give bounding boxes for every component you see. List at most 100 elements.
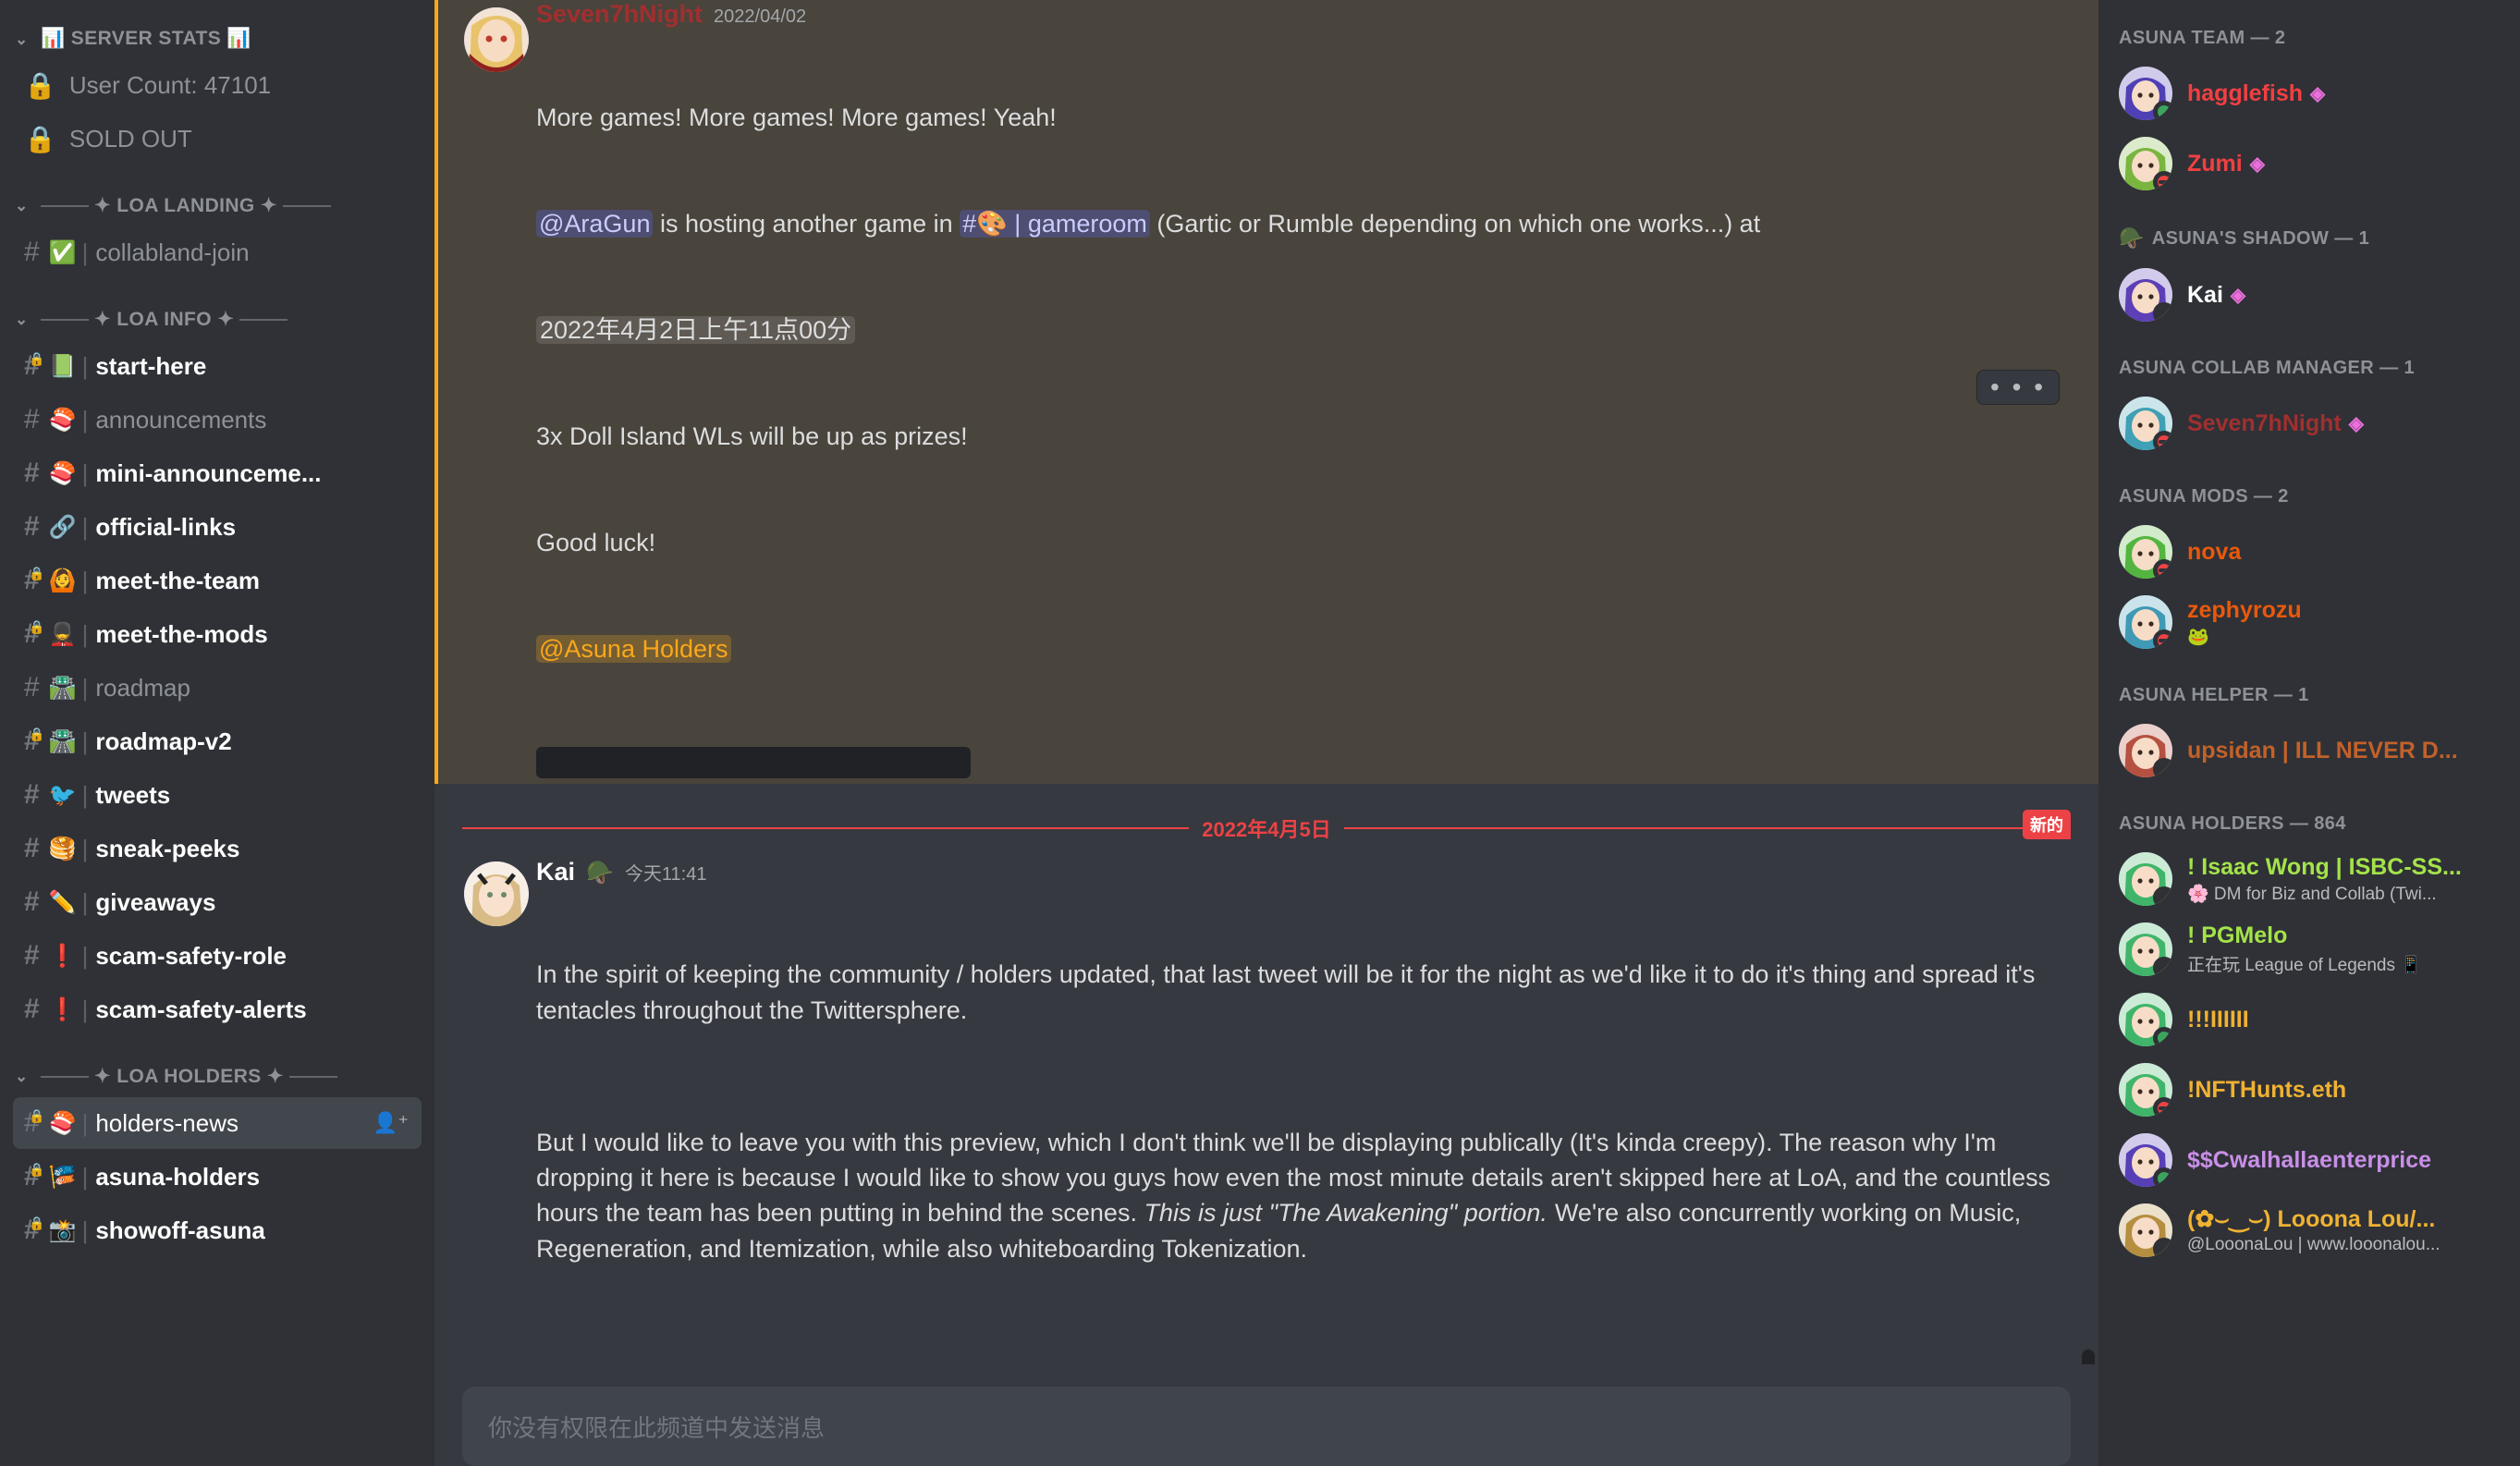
member-item[interactable]: $$Cwalhallaenterprice bbox=[2110, 1125, 2509, 1195]
divider-line-right bbox=[1343, 826, 2072, 829]
channel-item-official-links[interactable]: # 🔗 | official-links bbox=[13, 501, 422, 553]
channel-name: roadmap-v2 bbox=[95, 727, 232, 755]
member-group-label: ASUNA COLLAB MANAGER — 1 bbox=[2119, 358, 2415, 378]
avatar[interactable] bbox=[2119, 852, 2172, 906]
message-line: 2022年4月2日上午11点00分 bbox=[536, 312, 2080, 348]
channel-category-loa-landing[interactable]: ⌄ ✦ LOA LANDING ✦ bbox=[0, 166, 434, 225]
member-name: hagglefish ◈ bbox=[2187, 79, 2326, 106]
member-item[interactable]: !!!IIIIII bbox=[2110, 984, 2509, 1055]
channel-emoji-icon: 🍣 bbox=[48, 1110, 77, 1136]
channel-category-loa-holders[interactable]: ⌄ ✦ LOA HOLDERS ✦ bbox=[0, 1037, 434, 1095]
channel-emoji-icon: 📸 bbox=[48, 1217, 77, 1243]
separator: | bbox=[81, 566, 89, 594]
channel-item-user-count-47101[interactable]: 🔒 User Count: 47101 bbox=[13, 59, 422, 111]
member-item[interactable]: hagglefish ◈ bbox=[2110, 58, 2509, 128]
separator: | bbox=[81, 673, 89, 702]
member-item[interactable]: Kai ◈ bbox=[2110, 260, 2509, 330]
add-member-icon[interactable]: 👤⁺ bbox=[373, 1111, 409, 1135]
avatar[interactable] bbox=[2119, 993, 2172, 1046]
member-item[interactable]: !NFTHunts.eth bbox=[2110, 1055, 2509, 1125]
hash-icon: # bbox=[24, 886, 40, 917]
user-mention[interactable]: @AraGun bbox=[536, 209, 654, 238]
channel-mention[interactable]: #🎨 | gameroom bbox=[960, 209, 1150, 238]
status-indicator-idle bbox=[2153, 758, 2172, 777]
member-item[interactable]: (✿⌣‿⌣) Looona Lou/... @LooonaLou | www.lo… bbox=[2110, 1195, 2509, 1265]
hash-icon: # 🔒 bbox=[24, 726, 45, 756]
avatar[interactable] bbox=[2119, 595, 2172, 649]
italic-emphasis: This is just "The Awakening" portion. bbox=[1144, 1199, 1547, 1228]
channel-item-giveaways[interactable]: # ✏️ | giveaways bbox=[13, 876, 422, 928]
message-author[interactable]: Seven7hNight bbox=[536, 0, 703, 29]
message-actions-toolbar[interactable]: • • • bbox=[1976, 370, 2060, 405]
member-text: !NFTHunts.eth bbox=[2187, 1077, 2500, 1104]
channel-item-tweets[interactable]: # 🐦 | tweets bbox=[13, 769, 422, 821]
member-text: hagglefish ◈ bbox=[2187, 80, 2500, 107]
avatar[interactable] bbox=[2119, 922, 2172, 976]
member-group-asuna-holders: ASUNA HOLDERS — 864 bbox=[2098, 786, 2520, 844]
channel-item-roadmap-v2[interactable]: # 🔒 🛣️ | roadmap-v2 bbox=[13, 715, 422, 767]
channel-item-meet-the-team[interactable]: # 🔒 🙆 | meet-the-team bbox=[13, 555, 422, 606]
status-indicator-online bbox=[2153, 1027, 2172, 1046]
channel-item-announcements[interactable]: # 🍣 | announcements bbox=[13, 394, 422, 446]
avatar[interactable] bbox=[2119, 525, 2172, 579]
channel-emoji-icon: ❗ bbox=[48, 943, 77, 969]
channel-emoji-icon: 🛣️ bbox=[48, 728, 77, 754]
channel-item-start-here[interactable]: # 🔒 📗 | start-here bbox=[13, 340, 422, 392]
member-list[interactable]: ASUNA TEAM — 2 hagglefish ◈ Zumi ◈ 🪖 ASUNA'S S… bbox=[2098, 0, 2520, 1466]
message-timestamp: 今天11:41 bbox=[624, 863, 707, 885]
message-author[interactable]: Kai bbox=[536, 858, 575, 886]
avatar[interactable] bbox=[2119, 268, 2172, 322]
message-line: @Asuna Holders bbox=[536, 631, 2080, 666]
channel-item-sneak-peeks[interactable]: # 🥞 | sneak-peeks bbox=[13, 823, 422, 874]
avatar[interactable] bbox=[2119, 67, 2172, 120]
message-paragraph: In the spirit of keeping the community /… bbox=[536, 960, 2042, 1024]
channel-item-scam-safety-alerts[interactable]: # ❗ | scam-safety-alerts bbox=[13, 983, 422, 1035]
avatar[interactable] bbox=[2119, 1063, 2172, 1117]
member-item[interactable]: Seven7hNight ◈ bbox=[2110, 388, 2509, 458]
hash-icon: # bbox=[24, 511, 40, 542]
channel-item-sold-out[interactable]: 🔒 SOLD OUT bbox=[13, 113, 422, 165]
channel-item-showoff-asuna[interactable]: # 🔒 📸 | showoff-asuna bbox=[13, 1204, 422, 1256]
channel-item-asuna-holders[interactable]: # 🔒 🎏 | asuna-holders bbox=[13, 1151, 422, 1203]
avatar[interactable] bbox=[2119, 1203, 2172, 1257]
channel-name: holders-news bbox=[95, 1108, 239, 1137]
chevron-down-icon: ⌄ bbox=[15, 1068, 29, 1085]
member-item[interactable]: ! PGMelo 正在玩 League of Legends 📱 bbox=[2110, 914, 2509, 984]
channel-category-server-stats[interactable]: ⌄ 📊 SERVER STATS 📊 bbox=[0, 0, 434, 57]
channel-item-mini-announceme-[interactable]: # 🍣 | mini-announceme... bbox=[13, 447, 422, 499]
member-item[interactable]: nova bbox=[2110, 517, 2509, 587]
channel-item-meet-the-mods[interactable]: # 🔒 💂 | meet-the-mods bbox=[13, 608, 422, 660]
message-seven7hnight[interactable]: Seven7hNight 2022/04/02 More games! More… bbox=[434, 0, 2098, 784]
chevron-down-icon: ⌄ bbox=[15, 30, 29, 48]
avatar[interactable] bbox=[2119, 1133, 2172, 1187]
member-group-asuna-helper: ASUNA HELPER — 1 bbox=[2098, 657, 2520, 715]
avatar[interactable] bbox=[464, 861, 529, 926]
message-list[interactable]: Seven7hNight 2022/04/02 More games! More… bbox=[434, 0, 2098, 1466]
hash-icon: # 🔒 bbox=[24, 1107, 45, 1138]
channel-name: roadmap bbox=[95, 673, 190, 702]
member-name: upsidan | ILL NEVER D... bbox=[2187, 737, 2458, 764]
member-name: Seven7hNight ◈ bbox=[2187, 409, 2364, 436]
channel-name: asuna-holders bbox=[95, 1162, 261, 1191]
channel-sidebar[interactable]: ⌄ 📊 SERVER STATS 📊 🔒 User Count: 47101 🔒 SOLD… bbox=[0, 0, 434, 1466]
avatar[interactable] bbox=[2119, 397, 2172, 450]
member-item[interactable]: Zumi ◈ bbox=[2110, 128, 2509, 199]
member-group-asuna-mods: ASUNA MODS — 2 bbox=[2098, 458, 2520, 517]
hash-icon: # bbox=[24, 779, 40, 810]
discord-app: ⌄ 📊 SERVER STATS 📊 🔒 User Count: 47101 🔒 SOLD… bbox=[0, 0, 2520, 1466]
member-group-asuna-team: ASUNA TEAM — 2 bbox=[2098, 0, 2520, 58]
channel-item-holders-news[interactable]: # 🔒 🍣 | holders-news 👤⁺ bbox=[13, 1097, 422, 1149]
avatar[interactable] bbox=[464, 7, 529, 72]
channel-item-collabland-join[interactable]: # ✅ | collabland-join bbox=[13, 226, 422, 278]
channel-item-scam-safety-role[interactable]: # ❗ | scam-safety-role bbox=[13, 930, 422, 982]
member-text: upsidan | ILL NEVER D... bbox=[2187, 738, 2500, 764]
member-item[interactable]: upsidan | ILL NEVER D... bbox=[2110, 715, 2509, 786]
member-item[interactable]: ! Isaac Wong | ISBC-SS... 🌸 DM for Biz an… bbox=[2110, 844, 2509, 914]
role-mention[interactable]: @Asuna Holders bbox=[536, 634, 731, 663]
member-item[interactable]: zephyrozu 🐸 bbox=[2110, 587, 2509, 657]
avatar[interactable] bbox=[2119, 137, 2172, 190]
channel-item-roadmap[interactable]: # 🛣️ | roadmap bbox=[13, 662, 422, 714]
message-line: @AraGun is hosting another game in #🎨 | … bbox=[536, 206, 2080, 241]
avatar[interactable] bbox=[2119, 724, 2172, 777]
channel-category-loa-info[interactable]: ⌄ ✦ LOA INFO ✦ bbox=[0, 280, 434, 338]
